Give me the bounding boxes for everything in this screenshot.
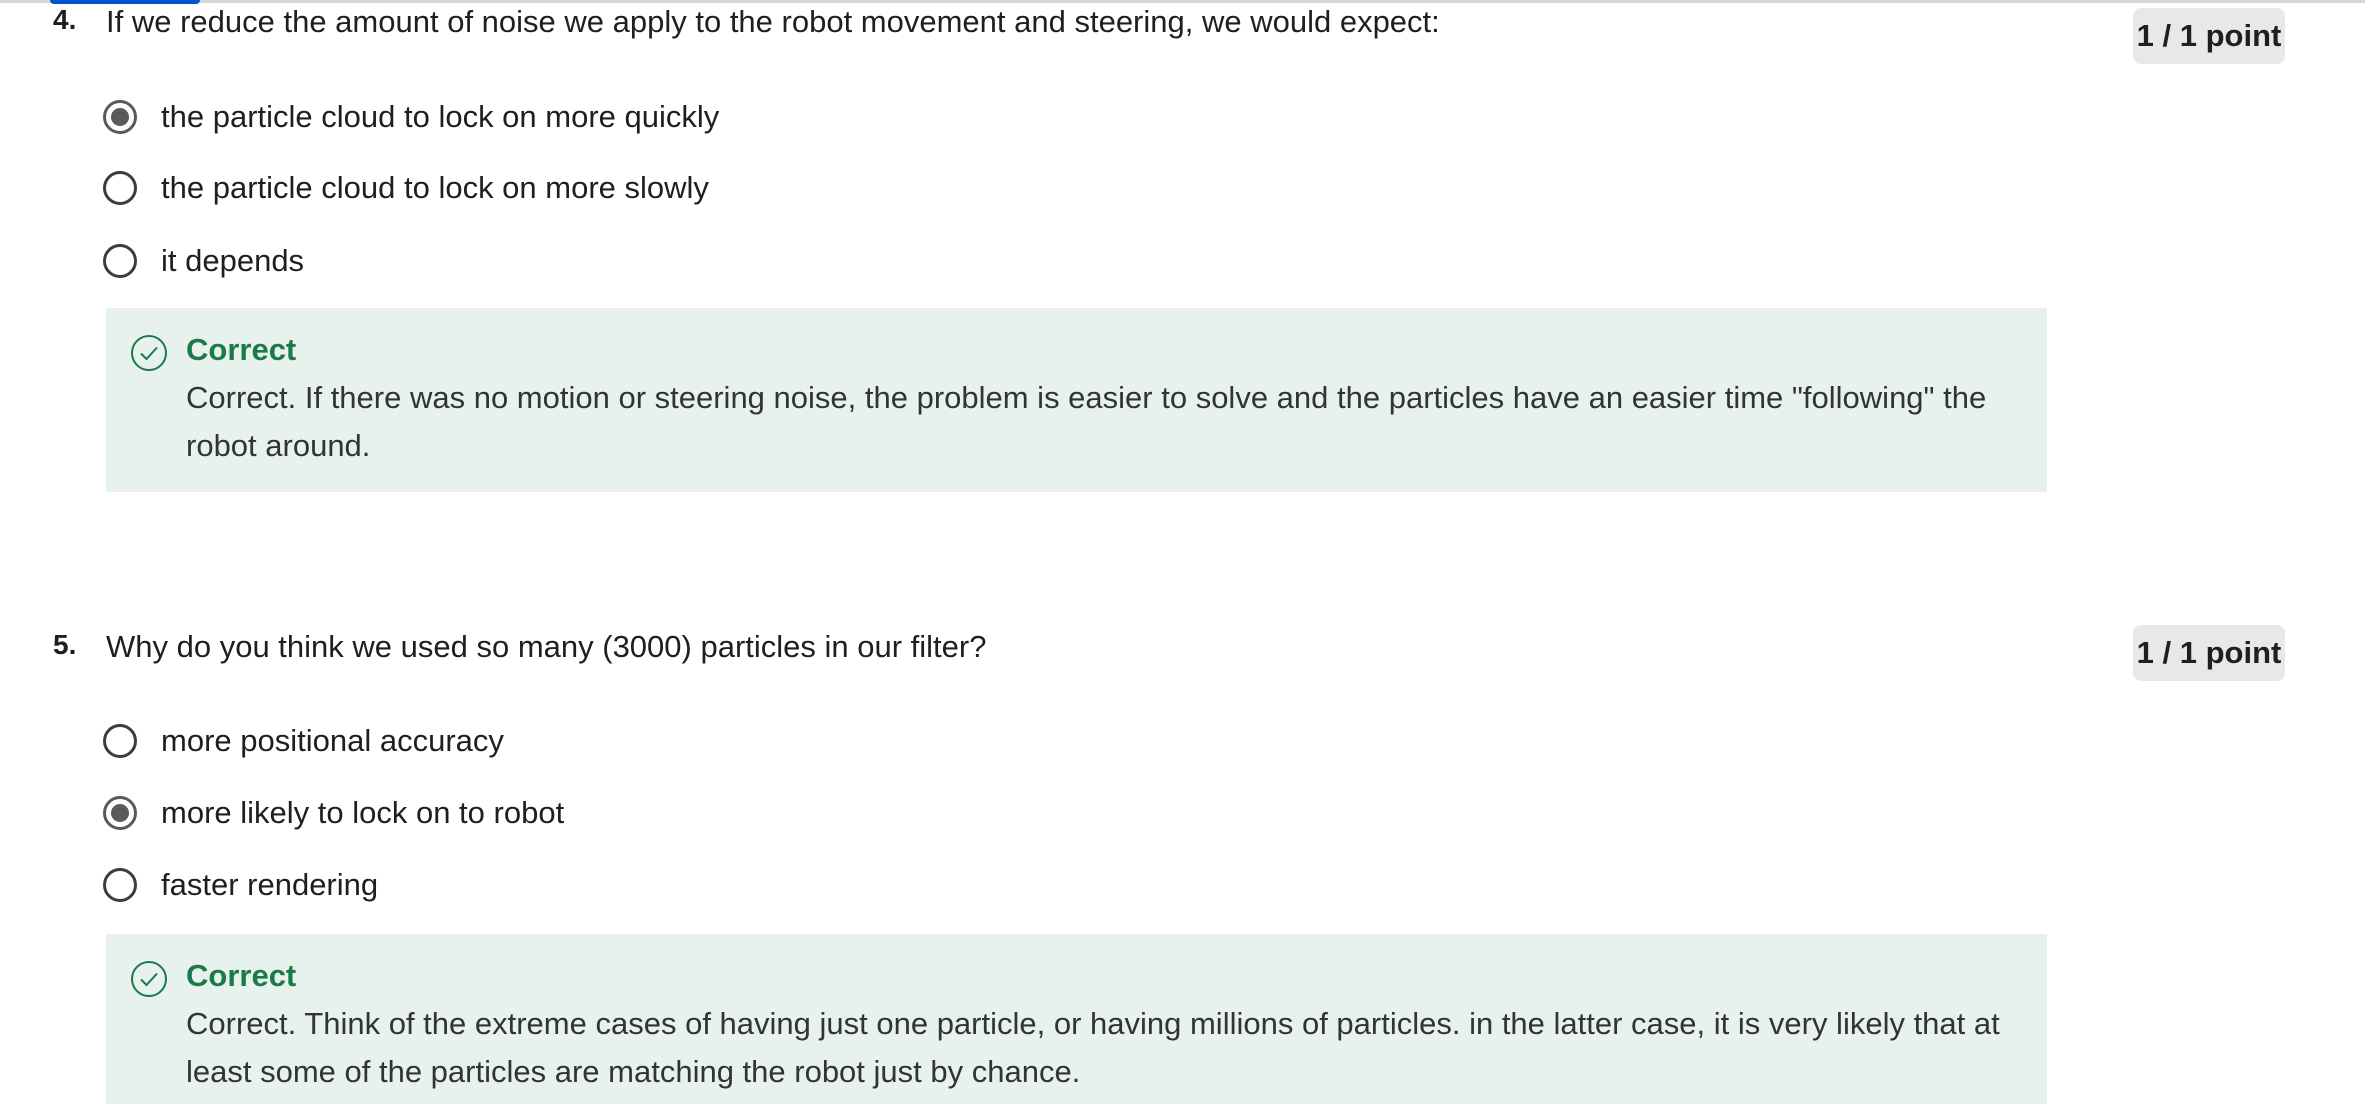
- option-label: the particle cloud to lock on more quick…: [161, 99, 720, 134]
- quiz-page: 4. If we reduce the amount of noise we a…: [0, 0, 2365, 1104]
- option-radio[interactable]: the particle cloud to lock on more quick…: [103, 95, 719, 139]
- feedback-status: Correct: [186, 958, 297, 993]
- points-badge: 1 / 1 point: [2133, 625, 2285, 681]
- feedback-box: Correct Correct. If there was no motion …: [106, 308, 2047, 492]
- feedback-text: Correct. If there was no motion or steer…: [186, 380, 1987, 463]
- option-label: the particle cloud to lock on more slowl…: [161, 170, 709, 205]
- option-radio[interactable]: faster rendering: [103, 863, 378, 907]
- option-label: it depends: [161, 243, 305, 278]
- option-radio[interactable]: it depends: [103, 239, 304, 283]
- radio-empty-icon[interactable]: [103, 724, 137, 758]
- radio-empty-icon[interactable]: [103, 244, 137, 278]
- option-radio[interactable]: more positional accuracy: [103, 719, 504, 763]
- option-radio[interactable]: the particle cloud to lock on more slowl…: [103, 166, 709, 210]
- option-label: more positional accuracy: [161, 723, 504, 758]
- option-label: faster rendering: [161, 867, 379, 902]
- feedback-text: Correct. Think of the extreme cases of h…: [186, 1006, 2000, 1089]
- question-number: 4.: [53, 4, 77, 35]
- question-text: If we reduce the amount of noise we appl…: [106, 4, 1440, 39]
- option-label: more likely to lock on to robot: [161, 795, 565, 830]
- top-divider: [0, 0, 2365, 3]
- feedback-box: Correct Correct. Think of the extreme ca…: [106, 934, 2047, 1104]
- check-circle-icon: [131, 961, 167, 997]
- radio-empty-icon[interactable]: [103, 868, 137, 902]
- radio-selected-icon[interactable]: [103, 100, 137, 134]
- feedback-status: Correct: [186, 332, 297, 367]
- radio-empty-icon[interactable]: [103, 171, 137, 205]
- option-radio[interactable]: more likely to lock on to robot: [103, 791, 564, 835]
- question-number: 5.: [53, 629, 77, 660]
- radio-selected-icon[interactable]: [103, 796, 137, 830]
- points-badge: 1 / 1 point: [2133, 8, 2285, 64]
- check-circle-icon: [131, 335, 167, 371]
- question-text: Why do you think we used so many (3000) …: [106, 629, 987, 664]
